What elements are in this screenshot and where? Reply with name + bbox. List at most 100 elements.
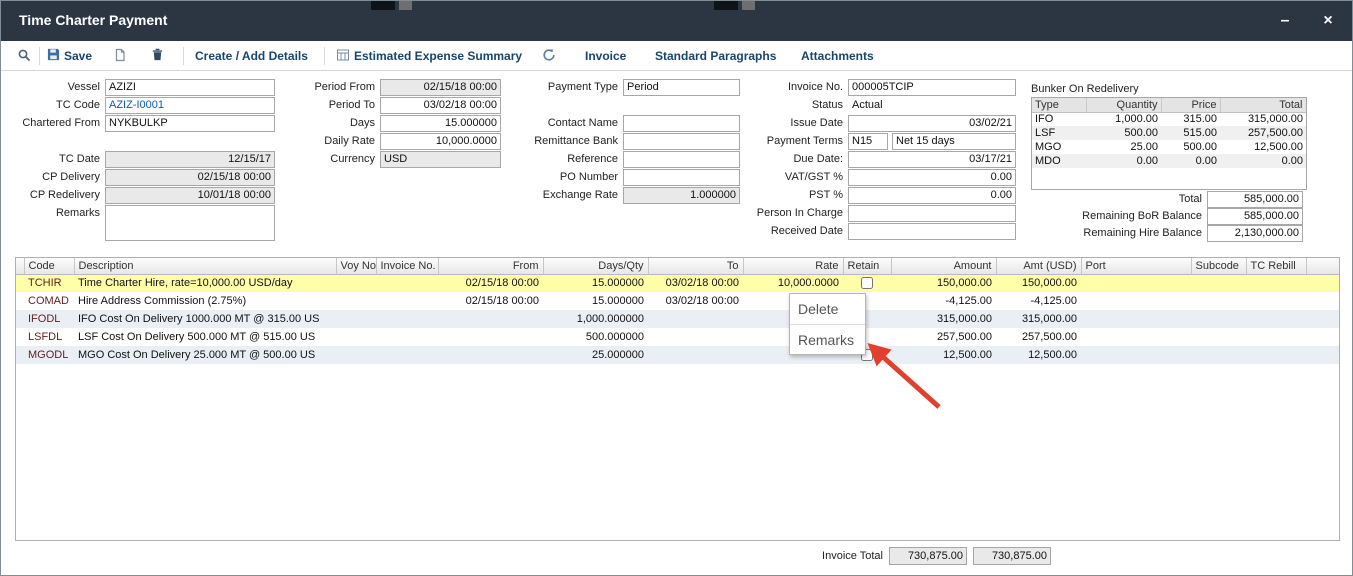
grid-col-amount[interactable]: Amount xyxy=(891,258,996,274)
grid-row-comad[interactable]: COMAD Hire Address Commission (2.75%) 02… xyxy=(16,292,1339,310)
bunker-row[interactable]: LSF 500.00 515.00 257,500.00 xyxy=(1032,126,1306,140)
due-date-input[interactable]: 03/17/21 xyxy=(848,151,1016,168)
minimize-button[interactable]: – xyxy=(1273,9,1297,33)
grid-col-code[interactable]: Code xyxy=(24,258,74,274)
cell-subcode xyxy=(1191,346,1246,364)
context-menu-item-delete[interactable]: Delete xyxy=(790,294,865,324)
cp-delivery-field: CP Delivery 02/15/18 00:00 xyxy=(5,169,275,186)
cell-description: IFO Cost On Delivery 1000.000 MT @ 315.0… xyxy=(74,310,336,328)
create-add-details-button[interactable]: Create / Add Details xyxy=(195,47,308,65)
pst-input[interactable]: 0.00 xyxy=(848,187,1016,204)
bunker-price: 500.00 xyxy=(1161,140,1220,154)
grid-row-mgodl[interactable]: MGODL MGO Cost On Delivery 25.000 MT @ 5… xyxy=(16,346,1339,364)
row-selector xyxy=(16,346,24,364)
exchange-rate-label: Exchange Rate xyxy=(523,187,623,204)
bunker-price: 515.00 xyxy=(1161,126,1220,140)
remarks-field: Remarks xyxy=(5,205,275,241)
bunker-quantity: 500.00 xyxy=(1086,126,1161,140)
vat-gst-input[interactable]: 0.00 xyxy=(848,169,1016,186)
screen-artifact xyxy=(714,1,738,10)
refresh-button[interactable] xyxy=(542,47,556,65)
payment-terms-field: Payment Terms N15 Net 15 days xyxy=(748,133,1016,150)
search-button[interactable] xyxy=(17,47,31,65)
row-selector xyxy=(16,328,24,346)
cell-port xyxy=(1081,328,1191,346)
tc-code-input[interactable]: AZIZ-I0001 xyxy=(105,97,275,114)
cell-description: LSF Cost On Delivery 500.000 MT @ 515.00… xyxy=(74,328,336,346)
grid-col-retain[interactable]: Retain xyxy=(843,258,891,274)
grid-col-subcode[interactable]: Subcode xyxy=(1191,258,1246,274)
payment-terms-code-input[interactable]: N15 xyxy=(848,133,888,150)
bunker-table: Type Quantity Price Total IFO 1,000.00 3… xyxy=(1031,97,1307,190)
person-in-charge-input[interactable] xyxy=(848,205,1016,222)
save-button[interactable]: Save xyxy=(47,47,92,65)
grid-col-voy-no[interactable]: Voy No. xyxy=(336,258,376,274)
invoice-button[interactable]: Invoice xyxy=(585,47,626,65)
grid-row-ifodl[interactable]: IFODL IFO Cost On Delivery 1000.000 MT @… xyxy=(16,310,1339,328)
delete-button[interactable] xyxy=(151,47,164,65)
tc-code-field: TC Code AZIZ-I0001 xyxy=(5,97,275,114)
grid-col-invoice-no[interactable]: Invoice No. xyxy=(376,258,438,274)
chartered-from-input[interactable]: NYKBULKP xyxy=(105,115,275,132)
payment-type-input[interactable]: Period xyxy=(623,79,740,96)
cell-days-qty: 15.000000 xyxy=(543,274,648,292)
remaining-hire-label: Remaining Hire Balance xyxy=(1031,225,1207,242)
tc-date-field: TC Date 12/15/17 xyxy=(5,151,275,168)
grid-col-rate[interactable]: Rate xyxy=(743,258,843,274)
cell-to xyxy=(648,328,743,346)
status-field: Status Actual xyxy=(748,97,883,114)
trash-icon xyxy=(151,48,164,64)
bunker-total-label: Total xyxy=(1031,191,1207,208)
cell-amt-usd: 150,000.00 xyxy=(996,274,1081,292)
invoice-no-input[interactable]: 000005TCIP xyxy=(848,79,1016,96)
bunker-col-type: Type xyxy=(1032,98,1086,112)
issue-date-input[interactable]: 03/02/21 xyxy=(848,115,1016,132)
daily-rate-input[interactable]: 10,000.0000 xyxy=(380,133,501,150)
context-menu-item-remarks[interactable]: Remarks xyxy=(790,324,865,354)
grid-row-tchir[interactable]: TCHIR Time Charter Hire, rate=10,000.00 … xyxy=(16,274,1339,292)
cell-subcode xyxy=(1191,292,1246,310)
copy-button[interactable] xyxy=(113,47,127,65)
grid-row-lsfdl[interactable]: LSFDL LSF Cost On Delivery 500.000 MT @ … xyxy=(16,328,1339,346)
grid-col-port[interactable]: Port xyxy=(1081,258,1191,274)
cell-tc-rebill xyxy=(1246,328,1306,346)
grid-col-description[interactable]: Description xyxy=(74,258,336,274)
standard-paragraphs-label: Standard Paragraphs xyxy=(655,49,776,63)
received-date-input[interactable] xyxy=(848,223,1016,240)
po-number-input[interactable] xyxy=(623,169,740,186)
estimated-expense-summary-button[interactable]: Estimated Expense Summary xyxy=(336,47,522,65)
contact-name-input[interactable] xyxy=(623,115,740,132)
grid-col-amt-usd[interactable]: Amt (USD) xyxy=(996,258,1081,274)
grid-col-to[interactable]: To xyxy=(648,258,743,274)
days-input[interactable]: 15.000000 xyxy=(380,115,501,132)
retain-checkbox[interactable] xyxy=(861,277,873,289)
screen-artifact xyxy=(399,1,412,10)
grid-col-from[interactable]: From xyxy=(438,258,543,274)
bunker-row[interactable]: MDO 0.00 0.00 0.00 xyxy=(1032,154,1306,168)
bunker-quantity: 25.00 xyxy=(1086,140,1161,154)
grid-col-tc-rebill[interactable]: TC Rebill xyxy=(1246,258,1306,274)
close-button[interactable]: × xyxy=(1316,9,1340,33)
bunker-row[interactable]: IFO 1,000.00 315.00 315,000.00 xyxy=(1032,112,1306,126)
remarks-input[interactable] xyxy=(105,205,275,241)
cell-days-qty: 15.000000 xyxy=(543,292,648,310)
vessel-input[interactable]: AZIZI xyxy=(105,79,275,96)
cell-days-qty: 25.000000 xyxy=(543,346,648,364)
cell-amount: 315,000.00 xyxy=(891,310,996,328)
issue-date-label: Issue Date xyxy=(748,115,848,132)
bunker-type: MDO xyxy=(1032,154,1086,168)
cell-filler xyxy=(1306,328,1339,346)
tc-date-label: TC Date xyxy=(5,151,105,168)
period-to-field: Period To 03/02/18 00:00 xyxy=(260,97,501,114)
standard-paragraphs-button[interactable]: Standard Paragraphs xyxy=(655,47,776,65)
reference-input[interactable] xyxy=(623,151,740,168)
bunker-row[interactable]: MGO 25.00 500.00 12,500.00 xyxy=(1032,140,1306,154)
period-to-input[interactable]: 03/02/18 00:00 xyxy=(380,97,501,114)
attachments-button[interactable]: Attachments xyxy=(801,47,874,65)
vat-gst-field: VAT/GST % 0.00 xyxy=(748,169,1016,186)
bunker-price: 0.00 xyxy=(1161,154,1220,168)
grid-col-days-qty[interactable]: Days/Qty xyxy=(543,258,648,274)
bunker-col-total: Total xyxy=(1220,98,1306,112)
cell-invoice-no xyxy=(376,328,438,346)
remittance-bank-input[interactable] xyxy=(623,133,740,150)
